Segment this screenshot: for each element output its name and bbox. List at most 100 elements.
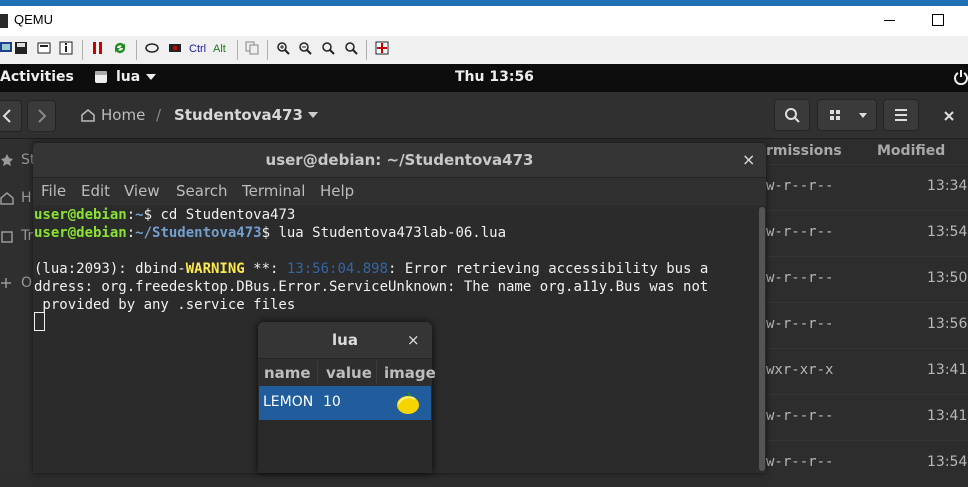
menu-button[interactable] xyxy=(883,99,919,131)
menu-view[interactable]: View xyxy=(124,182,160,200)
terminal-cursor xyxy=(34,312,45,331)
file-row[interactable]: w-r--r-- 13:34 xyxy=(756,164,968,211)
terminal-line: user@debian:~/Studentova473$ lua Student… xyxy=(34,225,507,241)
search-icon xyxy=(785,108,800,123)
home-icon xyxy=(81,109,95,122)
search-button[interactable] xyxy=(774,99,810,131)
menu-search[interactable]: Search xyxy=(176,182,228,200)
pause-icon[interactable] xyxy=(91,41,105,55)
info-icon[interactable] xyxy=(59,41,73,55)
qemu-window-title: QEMU xyxy=(14,12,53,27)
app-name: lua xyxy=(116,69,141,85)
files-sidebar: St H Tr O xyxy=(0,139,35,473)
sidebar-item-home[interactable]: H xyxy=(21,190,32,206)
fullscreen-icon[interactable] xyxy=(375,41,389,55)
row-name: LEMON xyxy=(263,394,314,410)
mouse-icon[interactable] xyxy=(168,41,182,55)
power-icon[interactable] xyxy=(954,69,968,85)
file-row[interactable]: w-r--r-- 13:56 xyxy=(756,302,968,349)
terminal-scrollbar[interactable] xyxy=(758,205,766,473)
file-permissions: wxr-xr-x xyxy=(766,362,834,378)
file-modified: 13:34 xyxy=(927,178,968,194)
file-permissions: w-r--r-- xyxy=(766,224,834,240)
row-value: 10 xyxy=(323,394,341,410)
lemon-icon xyxy=(397,392,419,414)
chevron-right-icon xyxy=(38,109,47,123)
menu-edit[interactable]: Edit xyxy=(81,182,110,200)
file-list: rmissions Modified w-r--r-- 13:34 w-r--r-… xyxy=(756,139,968,473)
back-button[interactable] xyxy=(0,100,22,132)
zoom-in-icon[interactable] xyxy=(276,41,290,55)
file-row[interactable]: w-r--r-- 13:41 xyxy=(756,394,968,441)
zoom-reset-icon[interactable] xyxy=(321,41,335,55)
lua-close-button[interactable]: × xyxy=(407,331,420,349)
terminal-close-button[interactable]: × xyxy=(742,150,755,169)
file-modified: 13:54 xyxy=(927,224,968,240)
minimize-button[interactable] xyxy=(882,12,896,26)
terminal-line: provided by any .service files xyxy=(34,297,296,313)
zoom-fit-icon[interactable] xyxy=(344,41,358,55)
keyboard-icon[interactable] xyxy=(145,41,159,55)
terminal-line: user@debian:~$ cd Studentova473 xyxy=(34,207,296,223)
app-menu[interactable]: lua xyxy=(94,69,157,85)
column-name[interactable]: name xyxy=(264,364,311,382)
file-permissions: w-r--r-- xyxy=(766,408,834,424)
file-permissions: w-r--r-- xyxy=(766,178,834,194)
chevron-left-icon xyxy=(2,109,11,123)
menu-terminal[interactable]: Terminal xyxy=(242,182,305,200)
table-header: name value image xyxy=(258,359,436,387)
clock[interactable]: Thu 13:56 xyxy=(455,69,534,85)
maximize-button[interactable] xyxy=(932,14,944,26)
column-modified[interactable]: Modified xyxy=(877,143,945,159)
path-current-button[interactable]: Studentova473 xyxy=(174,106,303,124)
hamburger-icon xyxy=(895,109,907,121)
grid-view-icon xyxy=(830,110,867,120)
file-row[interactable]: wxr-xr-x 13:41 xyxy=(756,348,968,395)
file-permissions: w-r--r-- xyxy=(766,316,834,332)
column-image[interactable]: image xyxy=(384,364,436,382)
file-row[interactable]: w-r--r-- 13:54 xyxy=(756,210,968,257)
zoom-out-icon[interactable] xyxy=(298,41,312,55)
terminal-menubar: File Edit View Search Terminal Help xyxy=(33,178,766,205)
lua-titlebar[interactable]: lua × xyxy=(258,322,432,359)
star-icon xyxy=(1,154,13,166)
activities-button[interactable]: Activities xyxy=(0,69,74,85)
screen-icon[interactable] xyxy=(0,41,14,55)
chevron-down-icon xyxy=(146,74,157,80)
alt-key-button[interactable]: Alt xyxy=(213,41,226,57)
sidebar-item-other[interactable]: O xyxy=(21,275,32,291)
terminal-line: (lua:2093): dbind-WARNING **: 13:56:04.8… xyxy=(34,261,709,277)
chevron-down-icon xyxy=(308,112,318,118)
qemu-titlebar: QEMU xyxy=(0,6,968,36)
file-permissions: w-r--r-- xyxy=(766,454,834,470)
column-value[interactable]: value xyxy=(326,364,372,382)
app-window-icon xyxy=(95,71,107,83)
qemu-app-icon xyxy=(0,14,8,28)
menu-file[interactable]: File xyxy=(41,182,66,200)
view-toggle-button[interactable] xyxy=(817,99,877,131)
snapshot-icon[interactable] xyxy=(37,41,51,55)
close-icon[interactable] xyxy=(943,110,955,122)
reset-icon[interactable] xyxy=(113,41,127,55)
sidebar-item-trash[interactable]: Tr xyxy=(21,228,33,244)
forward-button[interactable] xyxy=(27,100,56,132)
column-permissions[interactable]: rmissions xyxy=(766,143,842,159)
terminal-title: user@debian: ~/Studentova473 xyxy=(265,151,534,169)
copy-icon[interactable] xyxy=(245,41,259,55)
path-home-button[interactable]: Home xyxy=(101,106,145,124)
file-modified: 13:54 xyxy=(927,454,968,470)
file-row[interactable]: w-r--r-- 13:50 xyxy=(756,256,968,303)
save-icon[interactable] xyxy=(14,41,28,55)
path-separator: / xyxy=(156,106,162,124)
lua-window-title: lua xyxy=(332,331,358,349)
file-row[interactable]: w-r--r-- 13:54 xyxy=(756,440,968,487)
file-modified: 13:41 xyxy=(927,362,968,378)
ctrl-key-button[interactable]: Ctrl xyxy=(189,41,206,57)
plus-icon xyxy=(1,278,11,288)
home-icon xyxy=(0,192,14,205)
files-headerbar: Home / Studentova473 xyxy=(0,92,968,139)
table-row[interactable]: LEMON 10 xyxy=(259,386,431,420)
file-modified: 13:41 xyxy=(927,408,968,424)
menu-help[interactable]: Help xyxy=(320,182,354,200)
terminal-titlebar[interactable]: user@debian: ~/Studentova473 × xyxy=(33,143,766,178)
